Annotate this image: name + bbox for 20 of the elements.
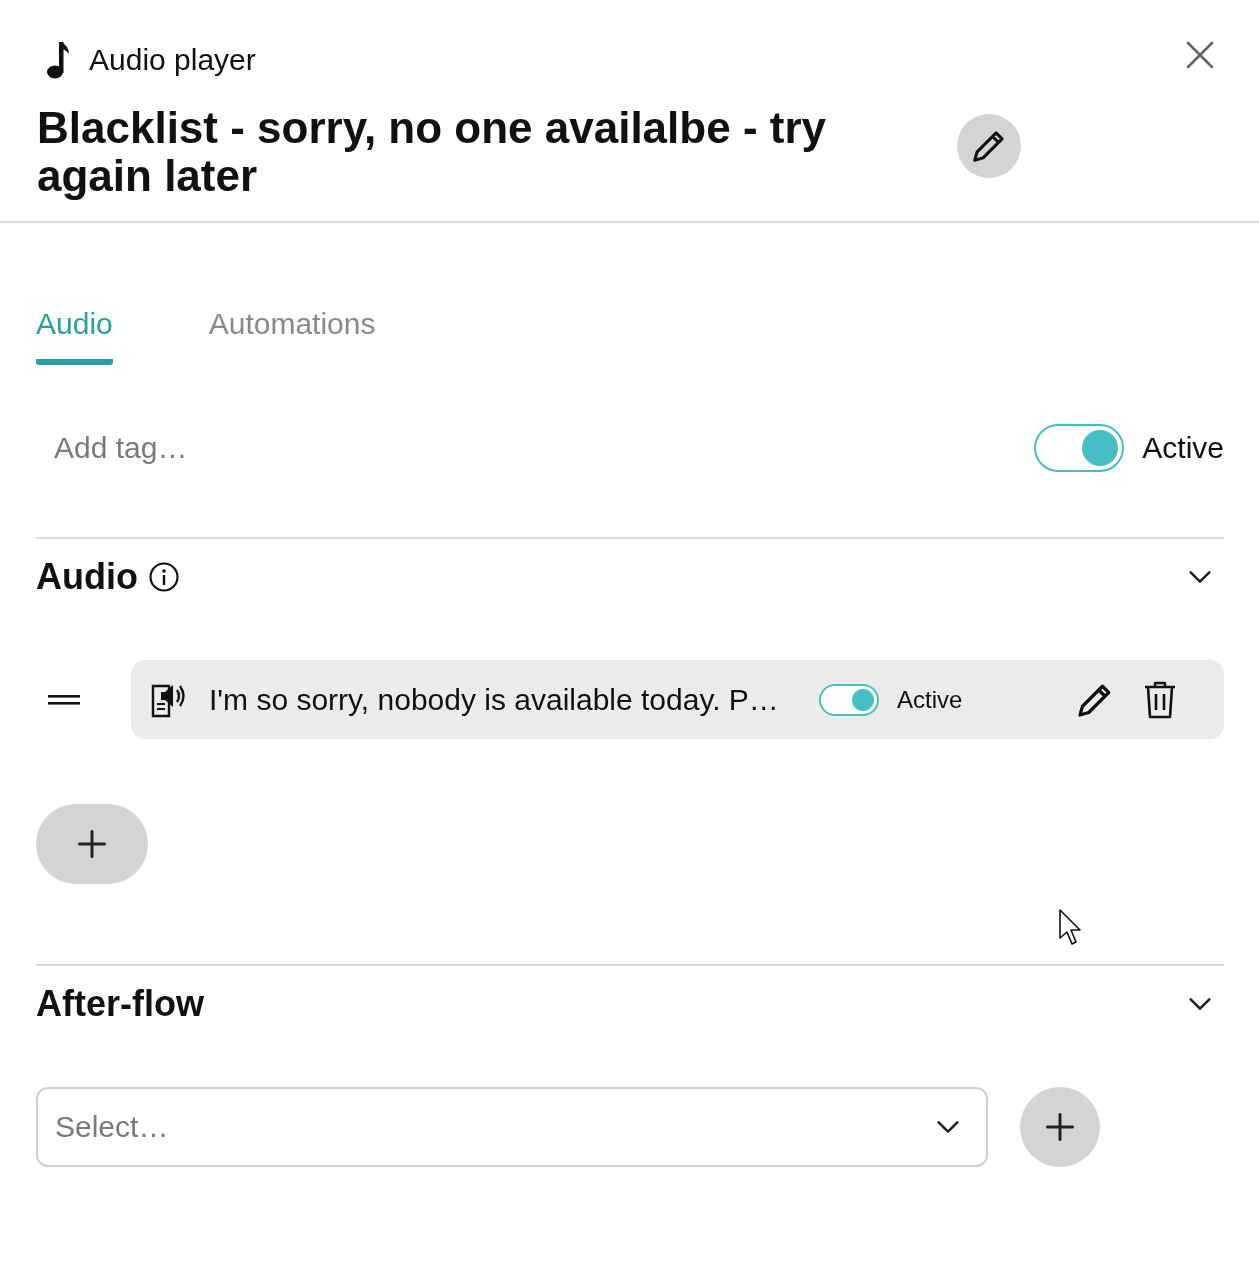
panel-label: Audio player <box>89 43 256 77</box>
tag-input-field[interactable]: Add tag… <box>36 431 554 465</box>
tab[interactable]: Audio <box>36 307 113 365</box>
tab[interactable]: Automations <box>208 307 376 365</box>
drag-handle-icon[interactable] <box>47 692 81 707</box>
audio-title: Blacklist - sorry, no one availalbe - try again later <box>37 104 827 200</box>
trash-icon[interactable] <box>1143 680 1177 719</box>
toggle-label: Active <box>1142 431 1224 465</box>
section-title: After-flow <box>36 983 204 1025</box>
toggle-label: Active <box>897 685 964 714</box>
section-title: Audio <box>36 556 138 598</box>
toggle-switch[interactable] <box>819 683 879 716</box>
info-icon[interactable] <box>148 561 180 593</box>
close-icon[interactable] <box>1185 40 1215 70</box>
audio-item-text: I'm so sorry, nobody is available today. P… <box>209 682 780 717</box>
plus-icon <box>1045 1112 1075 1142</box>
cursor-icon <box>1058 908 1084 948</box>
toggle-switch[interactable] <box>1034 424 1125 472</box>
plus-icon <box>77 829 107 859</box>
select-dropdown[interactable]: Select… <box>36 1087 988 1167</box>
